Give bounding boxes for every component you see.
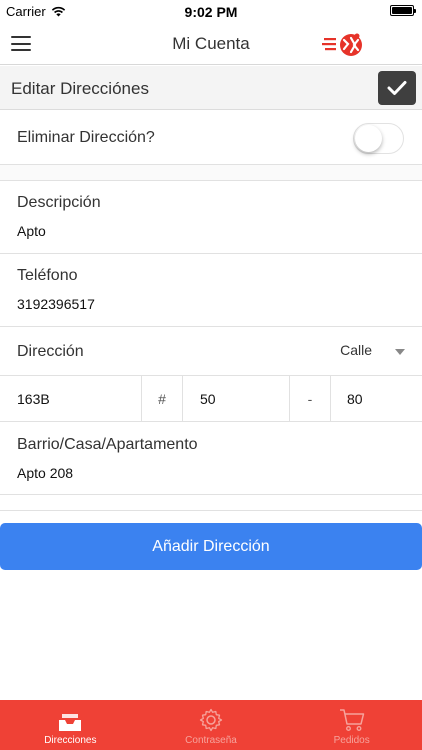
address-number2-field[interactable]: 50 xyxy=(183,376,290,422)
delete-address-label: Eliminar Dirección? xyxy=(17,129,155,146)
delete-address-row: Eliminar Dirección? xyxy=(0,110,422,165)
battery-icon xyxy=(390,5,416,16)
tab-bar: Direcciones Contraseña Pedidos xyxy=(0,700,422,750)
section-title: Editar Direcciónes xyxy=(11,79,149,98)
chevron-down-icon[interactable] xyxy=(395,349,405,355)
tab-pedidos[interactable]: Pedidos xyxy=(281,700,422,750)
description-field[interactable]: Apto xyxy=(17,223,46,239)
neighborhood-row[interactable]: Barrio/Casa/Apartamento Apto 208 xyxy=(0,422,422,495)
address-number1-field[interactable]: 163B xyxy=(0,376,142,422)
confirm-button[interactable] xyxy=(378,71,416,105)
status-time: 9:02 PM xyxy=(184,4,238,20)
phone-field[interactable]: 3192396517 xyxy=(17,296,95,312)
cart-icon xyxy=(339,709,364,731)
tab-contrasena[interactable]: Contraseña xyxy=(141,700,282,750)
hash-symbol: # xyxy=(142,376,183,422)
tab-label: Direcciones xyxy=(44,735,97,746)
street-type-select[interactable]: Calle xyxy=(340,342,372,358)
neighborhood-field[interactable]: Apto 208 xyxy=(17,465,73,481)
delete-address-toggle[interactable] xyxy=(353,123,404,154)
address-number3-field[interactable]: 80 xyxy=(331,376,422,422)
neighborhood-label: Barrio/Casa/Apartamento xyxy=(17,436,198,453)
inbox-icon xyxy=(59,714,82,731)
toggle-knob xyxy=(355,125,382,152)
address-label: Dirección xyxy=(17,343,84,360)
dash-symbol: - xyxy=(290,376,331,422)
section-divider-bottom xyxy=(0,495,422,511)
description-label: Descripción xyxy=(17,194,101,211)
tab-label: Contraseña xyxy=(185,735,237,746)
add-address-button[interactable]: Añadir Dirección xyxy=(0,523,422,570)
section-header: Editar Direcciónes xyxy=(0,66,422,110)
section-divider xyxy=(0,165,422,181)
description-row[interactable]: Descripción Apto xyxy=(0,181,422,254)
brand-logo xyxy=(322,33,362,56)
checkmark-icon xyxy=(387,81,407,95)
address-parts-row: 163B # 50 - 80 xyxy=(0,375,422,422)
status-bar: Carrier 9:02 PM xyxy=(0,0,422,22)
gear-icon xyxy=(199,708,223,732)
phone-label: Teléfono xyxy=(17,267,78,284)
tab-label: Pedidos xyxy=(333,735,370,746)
phone-row[interactable]: Teléfono 3192396517 xyxy=(0,254,422,327)
tab-direcciones[interactable]: Direcciones xyxy=(0,700,141,750)
nav-bar: Mi Cuenta xyxy=(0,22,422,65)
address-type-row: Dirección Calle xyxy=(0,327,422,375)
